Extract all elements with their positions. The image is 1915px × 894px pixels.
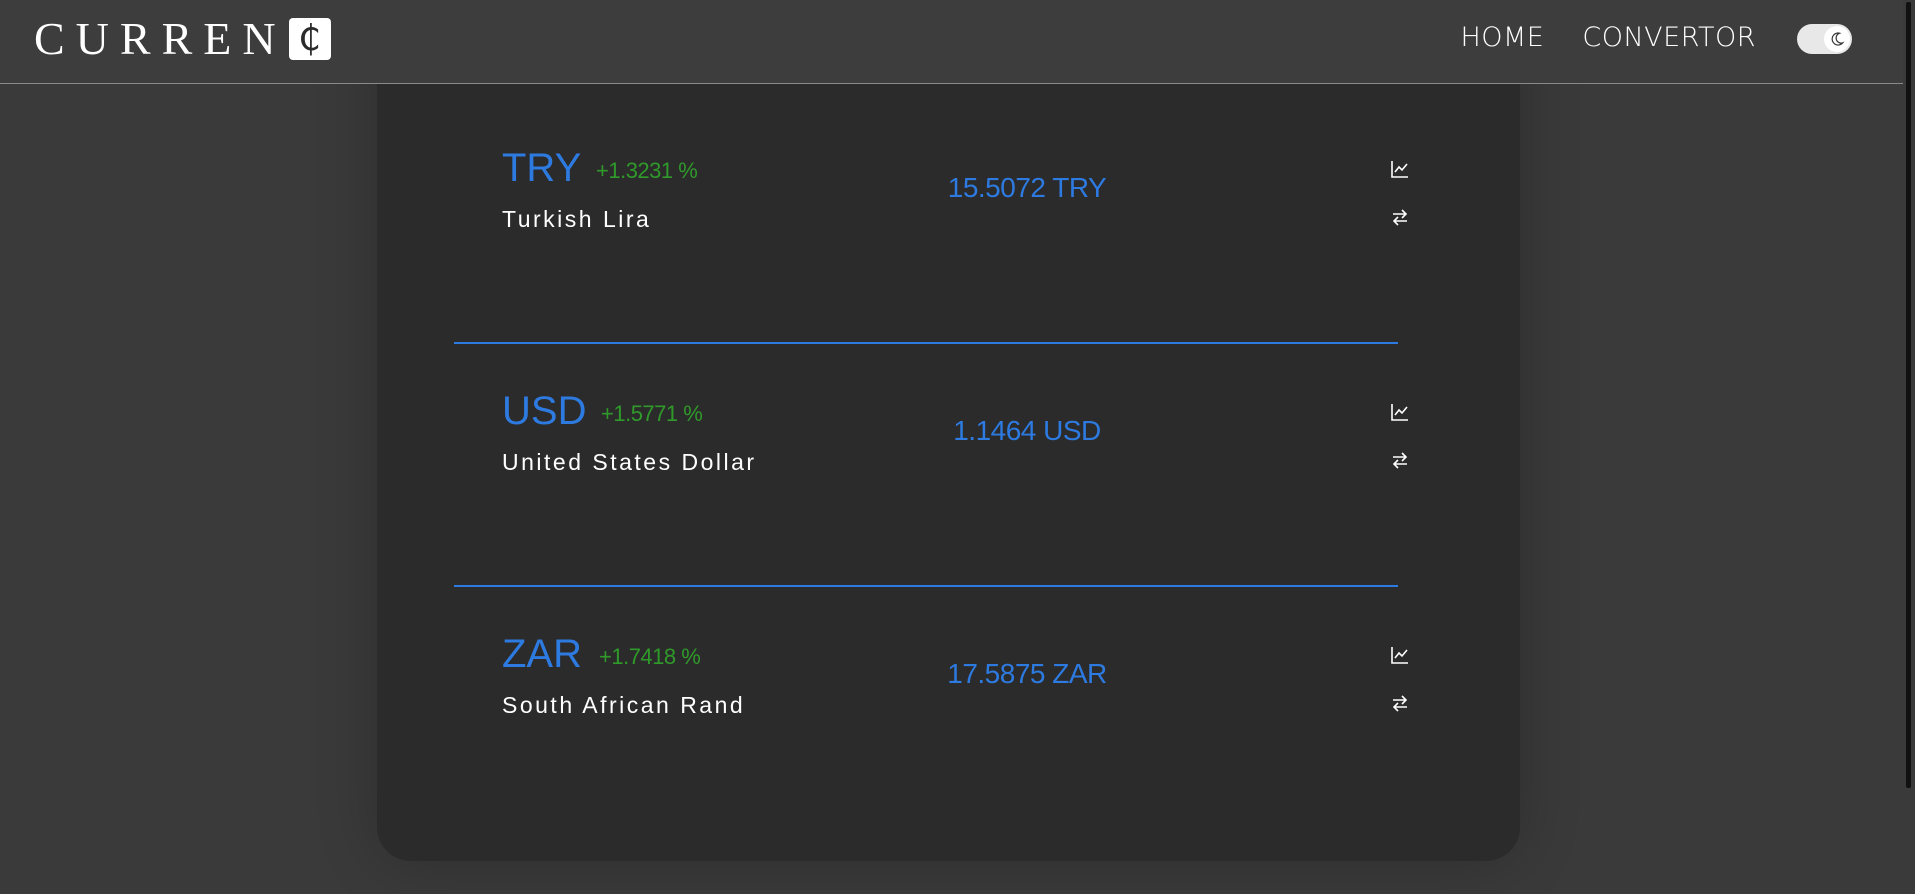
currency-row: USD +1.5771 % United States Dollar 1.146… (454, 387, 1420, 587)
currency-code: USD (502, 389, 587, 433)
top-navbar: CURREN ₵ HOME CONVERTOR (0, 0, 1903, 84)
currency-code: ZAR (502, 632, 582, 676)
currency-change: +1.3231 % (596, 158, 698, 183)
scrollbar-thumb[interactable] (1906, 2, 1911, 788)
logo-cedi-icon: ₵ (288, 18, 331, 60)
currency-change: +1.7418 % (599, 644, 701, 669)
exchange-arrows-icon[interactable] (1387, 690, 1413, 716)
exchange-arrows-icon[interactable] (1387, 204, 1413, 230)
currency-change: +1.5771 % (601, 401, 703, 426)
theme-toggle[interactable] (1797, 24, 1852, 54)
currency-rate: 15.5072 TRY (947, 172, 1107, 203)
logo-text: CURREN (34, 13, 287, 64)
chart-line-icon[interactable] (1387, 156, 1413, 182)
chart-line-icon[interactable] (1387, 642, 1413, 668)
page-scrollbar[interactable] (1903, 0, 1915, 894)
currency-row: ZAR +1.7418 % South African Rand 17.5875… (477, 630, 1420, 830)
app-logo[interactable]: CURREN ₵ (34, 16, 331, 62)
toggle-knob (1824, 26, 1850, 52)
currency-row: TRY +1.3231 % Turkish Lira 15.5072 TRY (454, 144, 1420, 344)
currency-rate: 1.1464 USD (953, 415, 1101, 446)
currency-name: Turkish Lira (502, 206, 652, 232)
moon-icon (1831, 32, 1845, 46)
currency-name: United States Dollar (502, 449, 757, 475)
currency-name: South African Rand (502, 692, 746, 718)
currency-list-card: TRY +1.3231 % Turkish Lira 15.5072 TRY U… (377, 0, 1520, 861)
exchange-arrows-icon[interactable] (1387, 447, 1413, 473)
nav-links: HOME CONVERTOR (1460, 18, 1756, 58)
chart-line-icon[interactable] (1387, 399, 1413, 425)
currency-rate: 17.5875 ZAR (947, 658, 1107, 689)
currency-code: TRY (502, 146, 582, 190)
nav-convertor-link[interactable]: CONVERTOR (1582, 18, 1756, 58)
nav-home-link[interactable]: HOME (1460, 18, 1544, 58)
